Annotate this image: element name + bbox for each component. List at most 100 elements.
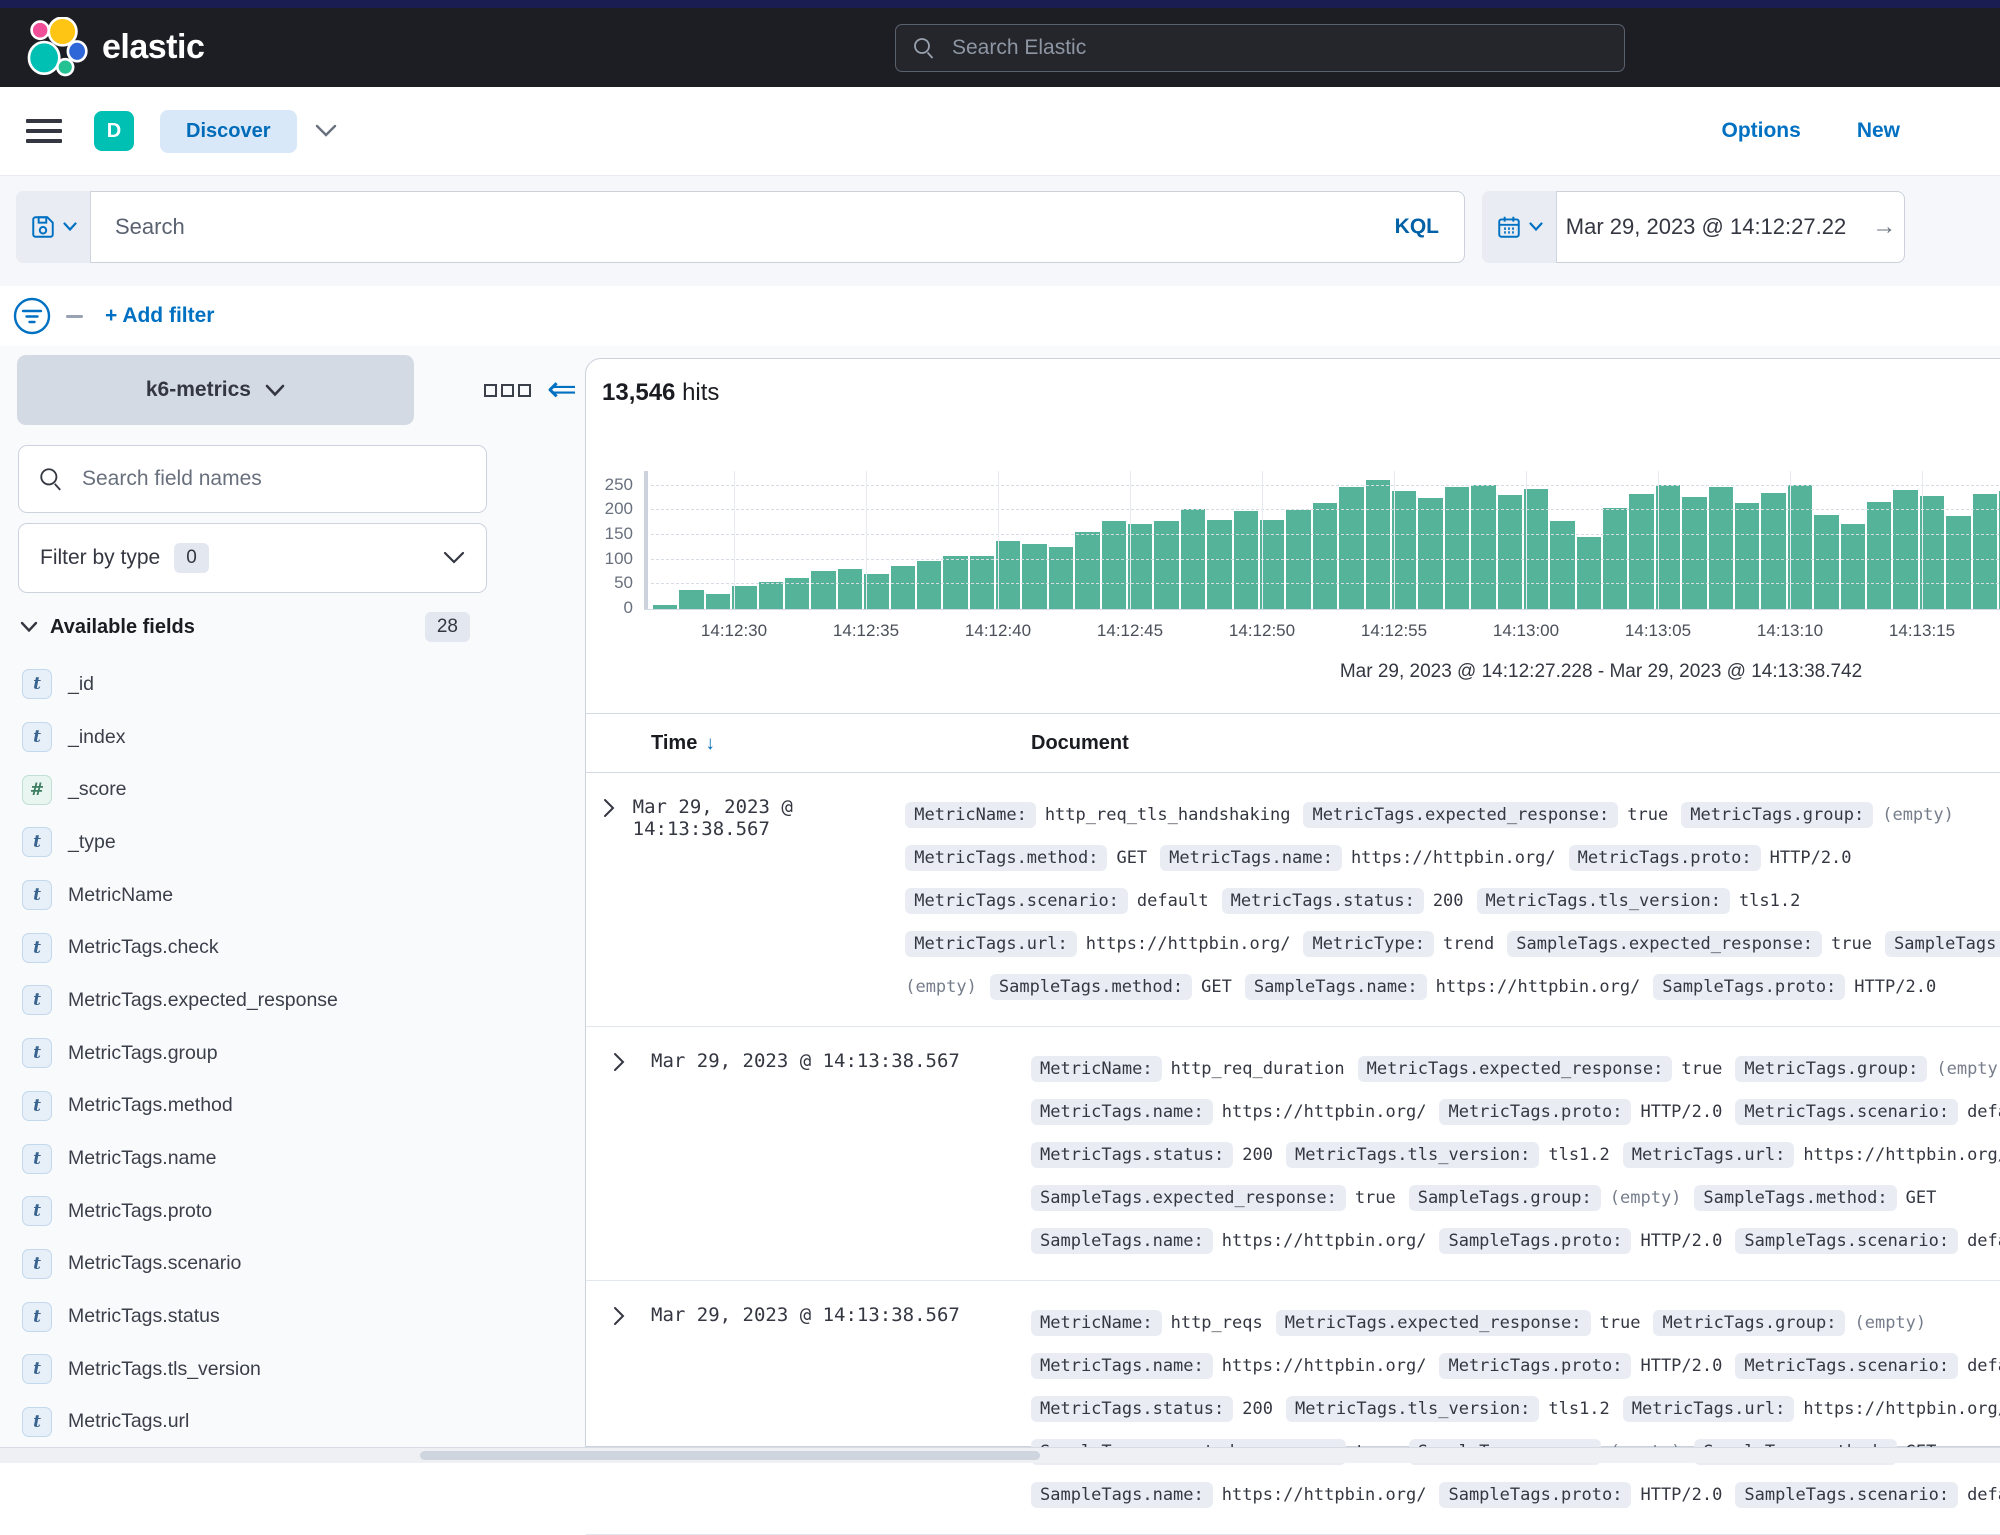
save-query-button[interactable] xyxy=(16,191,91,263)
available-fields-accordion[interactable]: Available fields 28 xyxy=(20,612,470,642)
field-key-badge[interactable]: MetricTags.group: xyxy=(1735,1056,1927,1082)
y-gridline xyxy=(651,509,2000,510)
field-item[interactable]: tMetricTags.group xyxy=(0,1027,520,1080)
y-gridline xyxy=(651,485,2000,486)
field-key-badge[interactable]: MetricTags.group: xyxy=(1653,1310,1845,1336)
field-key-badge[interactable]: MetricTags.scenario: xyxy=(1735,1353,1958,1379)
field-key-badge[interactable]: MetricTags.tls_version: xyxy=(1286,1396,1539,1422)
time-column-header[interactable]: Time↓ xyxy=(651,732,1031,755)
field-key-badge[interactable]: SampleTags.method: xyxy=(990,974,1192,1000)
new-link[interactable]: New xyxy=(1857,119,1900,143)
field-key-badge[interactable]: MetricName: xyxy=(1031,1310,1162,1336)
field-key-badge[interactable]: MetricTags.tls_version: xyxy=(1286,1142,1539,1168)
filter-by-type-dropdown[interactable]: Filter by type 0 xyxy=(18,523,487,593)
field-key-badge[interactable]: SampleTags.name: xyxy=(1245,974,1427,1000)
field-key-badge[interactable]: MetricType: xyxy=(1303,931,1434,957)
field-search-input[interactable] xyxy=(80,466,467,492)
field-name: MetricTags.name xyxy=(68,1147,216,1170)
calendar-menu-button[interactable] xyxy=(1482,191,1557,263)
string-field-icon: t xyxy=(22,1249,52,1279)
field-key-badge[interactable]: MetricName: xyxy=(1031,1056,1162,1082)
field-item[interactable]: tMetricTags.expected_response xyxy=(0,974,520,1027)
field-key-badge[interactable]: MetricTags.name: xyxy=(1031,1353,1213,1379)
date-range-start[interactable]: Mar 29, 2023 @ 14:12:27.22 → xyxy=(1557,191,1905,263)
documents-table: Time↓ Document Mar 29, 2023 @ 14:13:38.5… xyxy=(586,713,2000,1535)
field-key-badge[interactable]: SampleTags.method: xyxy=(1694,1185,1896,1211)
global-search-input[interactable] xyxy=(950,35,1554,61)
field-item[interactable]: tMetricTags.method xyxy=(0,1080,520,1133)
field-key-badge[interactable]: SampleTags.name: xyxy=(1031,1228,1213,1254)
chevron-down-icon[interactable] xyxy=(315,124,337,138)
field-key-badge[interactable]: MetricTags.expected_response: xyxy=(1358,1056,1673,1082)
index-pattern-selector[interactable]: k6-metrics xyxy=(17,355,414,425)
field-key-badge[interactable]: MetricTags.group: xyxy=(1681,802,1873,828)
field-key-badge[interactable]: SampleTags.group: xyxy=(1409,1185,1601,1211)
expand-row-button[interactable] xyxy=(586,793,633,1008)
field-key-badge[interactable]: MetricName: xyxy=(905,802,1036,828)
field-item[interactable]: #_score xyxy=(0,763,520,816)
field-key-badge[interactable]: SampleTags.expected_response: xyxy=(1507,931,1822,957)
field-key-badge[interactable]: SampleTags.proto: xyxy=(1439,1482,1631,1508)
expand-row-icon[interactable] xyxy=(611,1051,627,1073)
field-key-badge[interactable]: MetricTags.url: xyxy=(905,931,1077,957)
field-key-badge[interactable]: MetricTags.method: xyxy=(905,845,1107,871)
field-key-badge[interactable]: MetricTags.status: xyxy=(1222,888,1424,914)
field-key-badge[interactable]: SampleTags.scenario: xyxy=(1735,1482,1958,1508)
field-item[interactable]: tMetricTags.name xyxy=(0,1132,520,1185)
string-field-icon: t xyxy=(22,985,52,1015)
field-key-badge[interactable]: SampleTags.name: xyxy=(1031,1482,1213,1508)
field-item[interactable]: t_index xyxy=(0,711,520,764)
query-search-input[interactable] xyxy=(91,191,1395,263)
expand-row-icon[interactable] xyxy=(601,797,617,819)
field-item[interactable]: t_type xyxy=(0,816,520,869)
field-item[interactable]: t_id xyxy=(0,658,520,711)
add-filter-button[interactable]: + Add filter xyxy=(105,304,214,328)
options-link[interactable]: Options xyxy=(1721,119,1800,143)
field-key-badge[interactable]: MetricTags.proto: xyxy=(1439,1099,1631,1125)
field-key-badge[interactable]: MetricTags.name: xyxy=(1031,1099,1213,1125)
expand-row-button[interactable] xyxy=(586,1301,651,1516)
field-key-badge[interactable]: SampleTags.scenario: xyxy=(1735,1228,1958,1254)
space-avatar[interactable]: D xyxy=(94,111,134,151)
field-key-badge[interactable]: MetricTags.url: xyxy=(1623,1396,1795,1422)
field-key-badge[interactable]: SampleTags.expected_response: xyxy=(1031,1185,1346,1211)
field-item[interactable]: tMetricTags.status xyxy=(0,1290,520,1343)
histogram-bar xyxy=(1629,494,1653,609)
field-key-badge[interactable]: MetricTags.url: xyxy=(1623,1142,1795,1168)
field-item[interactable]: tMetricTags.scenario xyxy=(0,1238,520,1291)
field-name: MetricTags.tls_version xyxy=(68,1358,261,1381)
field-key-badge[interactable]: MetricTags.expected_response: xyxy=(1303,802,1618,828)
field-key-badge[interactable]: SampleTags.group: xyxy=(1885,931,2000,957)
elastic-brand[interactable]: elastic xyxy=(24,17,204,79)
kql-language-button[interactable]: KQL xyxy=(1395,215,1439,239)
field-item[interactable]: tMetricTags.url xyxy=(0,1396,520,1449)
field-key-badge[interactable]: MetricTags.scenario: xyxy=(905,888,1128,914)
scrollbar-thumb[interactable] xyxy=(420,1451,1040,1460)
field-key-badge[interactable]: MetricTags.expected_response: xyxy=(1276,1310,1591,1336)
field-key-badge[interactable]: MetricTags.status: xyxy=(1031,1142,1233,1168)
field-key-badge[interactable]: MetricTags.name: xyxy=(1160,845,1342,871)
elastic-header: elastic xyxy=(0,8,2000,87)
breadcrumb-discover[interactable]: Discover xyxy=(160,110,297,153)
field-key-badge[interactable]: SampleTags.proto: xyxy=(1439,1228,1631,1254)
histogram-chart[interactable]: 050100150200250 xyxy=(651,471,2000,609)
global-search[interactable] xyxy=(895,24,1625,72)
collapse-sidebar-icon[interactable]: ⇐ xyxy=(547,372,577,408)
field-key-badge[interactable]: MetricTags.status: xyxy=(1031,1396,1233,1422)
menu-icon[interactable] xyxy=(26,113,62,149)
field-item[interactable]: tMetricTags.check xyxy=(0,921,520,974)
expand-row-icon[interactable] xyxy=(611,1305,627,1327)
field-key-badge[interactable]: MetricTags.tls_version: xyxy=(1477,888,1730,914)
y-gridline xyxy=(651,583,2000,584)
field-key-badge[interactable]: MetricTags.proto: xyxy=(1569,845,1761,871)
expand-row-button[interactable] xyxy=(586,1047,651,1262)
field-key-badge[interactable]: SampleTags.proto: xyxy=(1653,974,1845,1000)
field-key-badge[interactable]: MetricTags.scenario: xyxy=(1735,1099,1958,1125)
filter-icon[interactable] xyxy=(12,296,52,336)
horizontal-scrollbar[interactable] xyxy=(0,1447,2000,1463)
field-item[interactable]: tMetricTags.proto xyxy=(0,1185,520,1238)
field-item[interactable]: tMetricName xyxy=(0,869,520,922)
field-key-badge[interactable]: MetricTags.proto: xyxy=(1439,1353,1631,1379)
field-item[interactable]: tMetricTags.tls_version xyxy=(0,1343,520,1396)
field-settings-icon[interactable] xyxy=(484,384,531,397)
